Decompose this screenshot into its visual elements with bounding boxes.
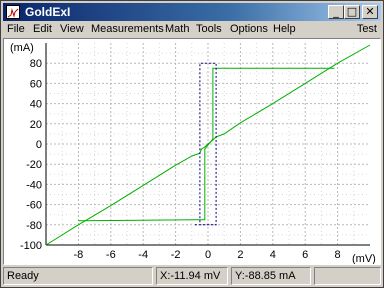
y-tick-label: -80 — [26, 220, 42, 232]
x-tick-label: 8 — [335, 249, 341, 261]
status-ready: Ready — [3, 267, 153, 285]
menu-tools[interactable]: Tools — [196, 22, 222, 37]
menu-math[interactable]: Math — [165, 22, 189, 37]
menu-measurements[interactable]: Measurements — [91, 22, 164, 37]
menu-help[interactable]: Help — [273, 22, 296, 37]
menu-options[interactable]: Options — [230, 22, 268, 37]
y-tick-label: 20 — [30, 119, 42, 131]
x-tick-label: 2 — [237, 249, 243, 261]
y-tick-label: 0 — [36, 139, 42, 151]
menu-view[interactable]: View — [60, 22, 84, 37]
x-tick-label: -6 — [106, 249, 116, 261]
x-tick-label: 0 — [205, 249, 211, 261]
y-tick-label: -40 — [26, 179, 42, 191]
y-tick-label: 80 — [30, 58, 42, 70]
x-tick-label: 6 — [302, 249, 308, 261]
series-1-line — [78, 67, 335, 222]
x-tick-label: -2 — [171, 249, 181, 261]
app-icon[interactable] — [6, 5, 20, 19]
status-panel-empty — [314, 267, 381, 285]
plot-area[interactable]: -8 -6 -4 -2 0 2 4 6 8 80 60 40 20 0 -20 -40 -60 -80 -100 (… — [3, 38, 381, 265]
status-x-readout: X:-11.94 mV — [156, 267, 228, 285]
maximize-button[interactable]: □ — [344, 5, 360, 19]
y-tick-label: 60 — [30, 78, 42, 90]
y-tick-label: 40 — [30, 99, 42, 111]
y-tick-label: -20 — [26, 159, 42, 171]
menu-file[interactable]: File — [7, 22, 25, 37]
y-tick-label: -100 — [20, 240, 42, 252]
minimize-button[interactable]: _ — [328, 5, 344, 19]
x-tick-label: -8 — [74, 249, 84, 261]
app-window: GoldExI _ □ ✕ File Edit View Measurement… — [0, 0, 384, 288]
menu-bar: File Edit View Measurements Math Tools O… — [3, 22, 381, 37]
window-title: GoldExI — [25, 5, 71, 19]
x-tick-label: -4 — [138, 249, 148, 261]
y-tick-label: -60 — [26, 200, 42, 212]
title-bar[interactable]: GoldExI _ □ ✕ — [3, 3, 381, 21]
menu-edit[interactable]: Edit — [33, 22, 52, 37]
status-y-readout: Y:-88.85 mA — [231, 267, 311, 285]
x-tick-label: 4 — [270, 249, 276, 261]
x-axis-label: (mV) — [352, 253, 376, 264]
iv-plot[interactable]: -8 -6 -4 -2 0 2 4 6 8806040200-20-40-60-80-100 (… — [4, 39, 380, 265]
y-axis-label: (mA) — [10, 42, 34, 54]
close-button[interactable]: ✕ — [362, 5, 378, 19]
menu-test[interactable]: Test — [357, 22, 377, 37]
status-bar: Ready X:-11.94 mV Y:-88.85 mA — [3, 267, 381, 285]
